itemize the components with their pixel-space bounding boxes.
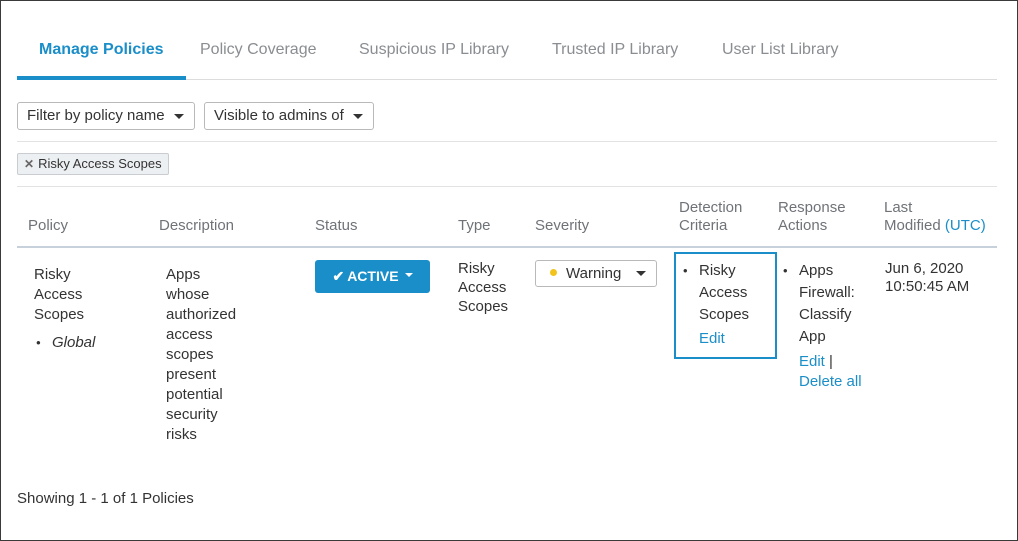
detection-line: Scopes [699,306,750,323]
description-line: whose [166,286,210,303]
pagination-summary: Showing 1 - 1 of 1 Policies [17,490,194,507]
response-item: Apps Firewall: Classify App [781,260,862,348]
policy-name-filter[interactable]: Filter by policy name [17,102,195,130]
header-response-line1: Response [778,199,846,216]
modified-date: Jun 6, 2020 [885,260,964,277]
header-response-actions: Response Actions [778,199,846,235]
filter-chip[interactable]: ✕ Risky Access Scopes [17,153,169,175]
divider [17,186,997,187]
description-line: potential [166,386,223,403]
header-severity[interactable]: Severity [535,217,589,235]
policy-name-line: Scopes [34,306,85,323]
policy-scope: Global [34,333,95,353]
severity-label: Warning [566,265,622,282]
chevron-down-icon [353,114,363,119]
modified-time: 10:50:45 AM [885,278,970,295]
policy-name-line: Risky [34,266,71,283]
header-status[interactable]: Status [315,217,358,235]
link-separator: | [829,353,833,370]
tab-user-list-library[interactable]: User List Library [700,22,860,80]
policy-name-line: Access [34,286,83,303]
chevron-down-icon [174,114,184,119]
status-label: ACTIVE [347,268,399,284]
status-button[interactable]: ✔ ACTIVE [315,260,430,293]
header-last-modified[interactable]: Last Modified (UTC) [884,199,986,235]
policy-name-filter-label: Filter by policy name [27,107,165,124]
detection-criteria: Risky Access Scopes Edit [681,260,749,350]
detection-edit-link[interactable]: Edit [699,330,725,347]
visible-to-admins-filter[interactable]: Visible to admins of [204,102,374,130]
detection-line: Risky [699,262,736,279]
policy-type: Risky Access Scopes [458,259,508,316]
chevron-down-icon [404,273,413,278]
visible-to-admins-label: Visible to admins of [214,107,344,124]
tab-policy-coverage[interactable]: Policy Coverage [178,22,339,80]
response-list: Apps Firewall: Classify App [781,260,862,348]
severity-dropdown[interactable]: Warning [535,260,657,287]
tab-trusted-ip-library[interactable]: Trusted IP Library [530,22,700,80]
header-detection-line2: Criteria [679,217,728,234]
description-line: authorized [166,306,237,323]
type-line: Access [458,279,507,296]
filter-chip-label: Risky Access Scopes [38,156,162,171]
policy-description: Apps whose authorized access scopes pres… [166,265,236,445]
window-frame [0,0,1018,541]
response-actions: Apps Firewall: Classify App Edit | Delet… [781,260,862,392]
tab-bar: Manage Policies Policy Coverage Suspicio… [17,22,997,80]
warning-dot-icon [550,268,557,276]
detection-item: Risky Access Scopes [681,260,749,326]
header-policy[interactable]: Policy [28,217,68,235]
check-icon: ✔ [332,268,345,284]
response-line: App [799,328,826,345]
tab-manage-policies[interactable]: Manage Policies [17,22,186,80]
type-line: Risky [458,260,495,277]
header-underline [17,246,997,248]
header-detection-line1: Detection [679,199,743,216]
divider [17,141,997,142]
detection-list: Risky Access Scopes [681,260,749,326]
response-edit-link[interactable]: Edit [799,353,825,370]
header-detection-criteria: Detection Criteria [679,199,742,235]
chevron-down-icon [636,271,646,276]
response-line: Classify [799,306,852,323]
description-line: access [166,326,213,343]
description-line: present [166,366,217,383]
response-line: Apps [799,262,834,279]
policy-name: Risky Access Scopes Global [34,265,95,353]
tab-suspicious-ip-library[interactable]: Suspicious IP Library [337,22,531,80]
description-line: security [166,406,218,423]
header-type[interactable]: Type [458,217,491,235]
description-line: Apps [166,266,201,283]
description-line: risks [166,426,197,443]
detection-line: Access [699,284,748,301]
header-utc: (UTC) [944,217,986,234]
header-description: Description [159,217,235,234]
header-modified-line1: Last [884,199,913,216]
close-icon[interactable]: ✕ [24,154,34,174]
description-line: scopes [166,346,214,363]
header-modified-line2: Modified [884,217,941,234]
type-line: Scopes [458,298,509,315]
header-response-line2: Actions [778,217,828,234]
last-modified: Jun 6, 2020 10:50:45 AM [885,260,969,296]
policy-scope-list: Global [34,333,95,353]
delete-all-link[interactable]: Delete all [799,373,862,390]
response-line: Firewall: [799,284,855,301]
